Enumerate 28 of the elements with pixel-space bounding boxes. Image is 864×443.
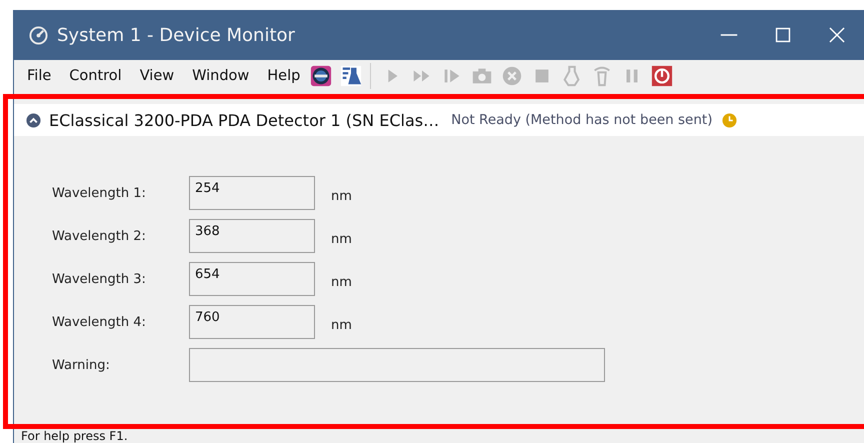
menu-item[interactable]: Help: [267, 68, 300, 84]
menu-item[interactable]: Control: [69, 68, 122, 84]
flask-icon[interactable]: [340, 65, 362, 87]
wavelength-field[interactable]: 254: [189, 176, 315, 210]
power-icon[interactable]: [651, 65, 674, 87]
menu-item[interactable]: View: [140, 68, 174, 84]
unit-label: nm: [331, 230, 353, 246]
unit-label: nm: [331, 188, 353, 204]
device-status: Not Ready (Method has not been sent): [451, 112, 712, 128]
unit-label: nm: [331, 316, 353, 332]
wavelength-field[interactable]: 760: [189, 305, 315, 339]
field-label: Warning:: [52, 358, 111, 372]
window-title: System 1 - Device Monitor: [57, 24, 295, 46]
menu-item[interactable]: Window: [192, 68, 250, 84]
wavelength-field[interactable]: 368: [189, 219, 315, 253]
field-label: Wavelength 4:: [52, 314, 147, 330]
unit-label: nm: [331, 274, 353, 290]
status-text: For help press F1.: [21, 430, 128, 443]
gauge-icon: [29, 26, 48, 44]
collapse-icon[interactable]: [26, 112, 41, 128]
field-label: Wavelength 1:: [52, 186, 147, 200]
field-label: Wavelength 2:: [52, 228, 147, 244]
wavelength-field[interactable]: 654: [189, 262, 315, 296]
menu-item[interactable]: File: [27, 68, 52, 84]
device-name: EClassical 3200-PDA PDA Detector 1 (SN EClas…: [49, 110, 440, 130]
field-label: Wavelength 3:: [52, 272, 147, 286]
globe-icon[interactable]: [310, 65, 332, 87]
clock-icon: [722, 112, 738, 128]
